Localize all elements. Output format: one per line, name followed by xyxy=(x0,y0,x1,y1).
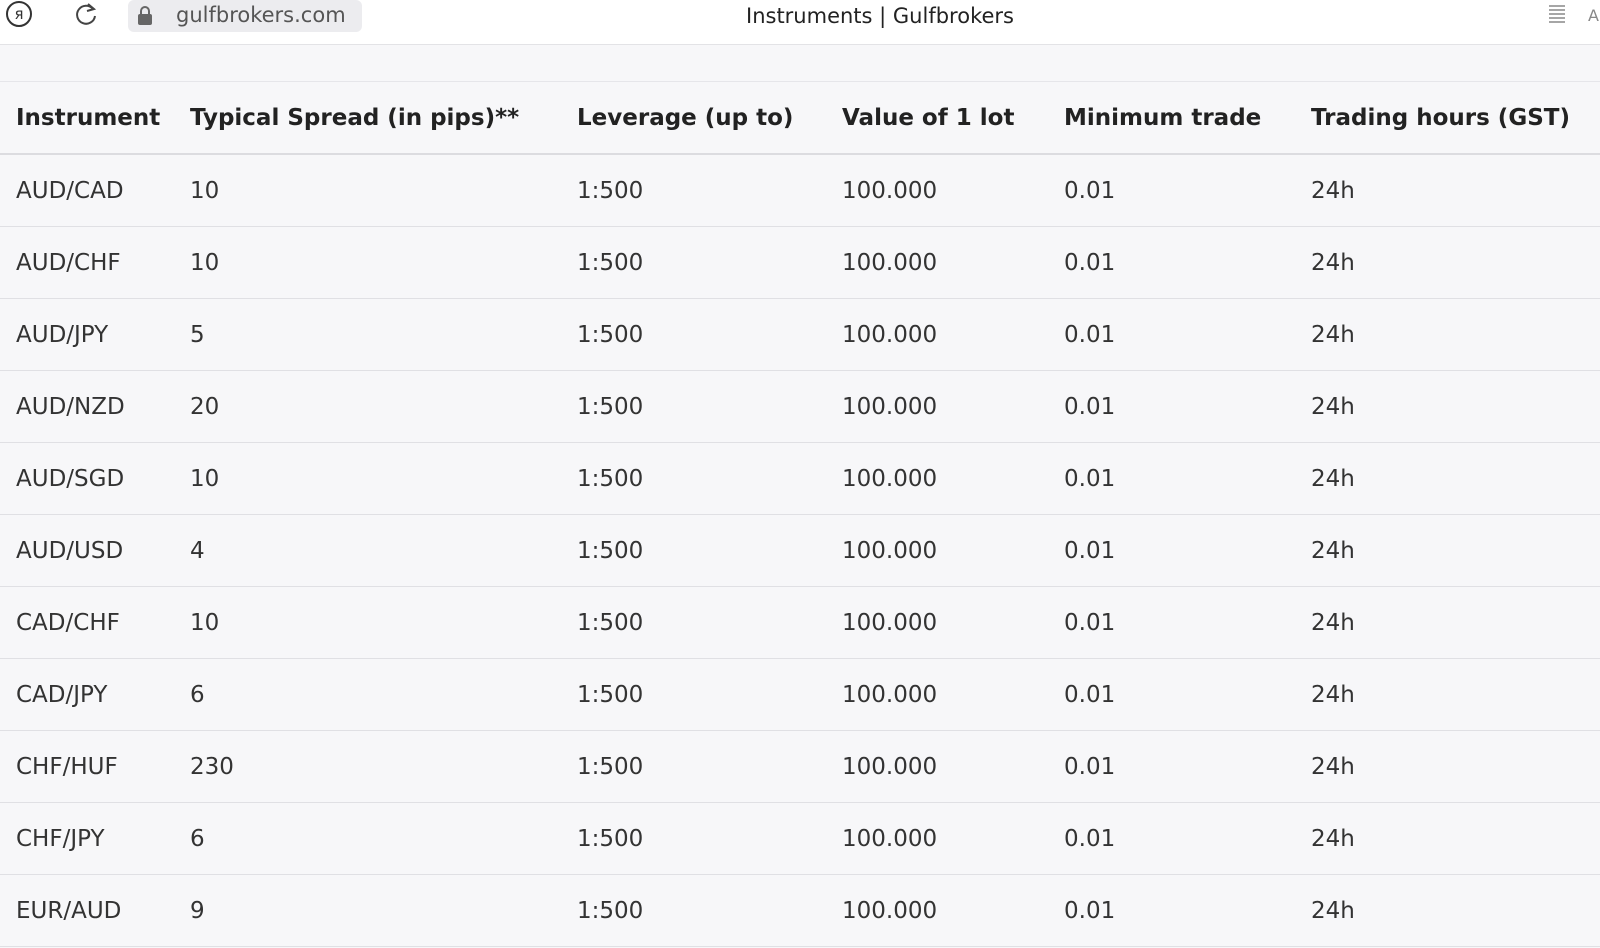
minimum-trade-cell: 0.01 xyxy=(1064,730,1311,803)
trading-hours-cell: 24h xyxy=(1311,514,1600,587)
lot-value-cell: 100.000 xyxy=(842,586,1064,659)
table-row: AUD/CHF 10 1:500 100.000 0.01 24h xyxy=(0,226,1600,299)
table-row: AUD/CAD 10 1:500 100.000 0.01 24h xyxy=(0,154,1600,227)
lot-value-cell: 100.000 xyxy=(842,874,1064,947)
instrument-cell: AUD/USD xyxy=(0,514,190,587)
trading-hours-cell: 24h xyxy=(1311,874,1600,947)
spread-cell: 6 xyxy=(190,802,577,875)
browser-toolbar: я gulfbrokers.com Instruments | Gulfbrok… xyxy=(0,0,1600,45)
yandex-logo-icon[interactable]: я xyxy=(6,1,32,27)
header-trading-hours: Trading hours (GST) xyxy=(1311,82,1600,155)
spread-cell: 10 xyxy=(190,586,577,659)
trading-hours-cell: 24h xyxy=(1311,298,1600,371)
minimum-trade-cell: 0.01 xyxy=(1064,874,1311,947)
leverage-cell: 1:500 xyxy=(577,298,842,371)
spread-cell: 6 xyxy=(190,658,577,731)
minimum-trade-cell: 0.01 xyxy=(1064,154,1311,227)
table-row: AUD/NZD 20 1:500 100.000 0.01 24h xyxy=(0,370,1600,443)
lock-icon xyxy=(138,4,152,25)
leverage-cell: 1:500 xyxy=(577,514,842,587)
minimum-trade-cell: 0.01 xyxy=(1064,370,1311,443)
instrument-cell: AUD/CHF xyxy=(0,226,190,299)
reader-mode-icon[interactable] xyxy=(1548,4,1566,26)
instrument-cell: CHF/HUF xyxy=(0,730,190,803)
leverage-cell: 1:500 xyxy=(577,730,842,803)
leverage-cell: 1:500 xyxy=(577,586,842,659)
table-row: CAD/JPY 6 1:500 100.000 0.01 24h xyxy=(0,658,1600,731)
leverage-cell: 1:500 xyxy=(577,802,842,875)
minimum-trade-cell: 0.01 xyxy=(1064,514,1311,587)
table-row: EUR/AUD 9 1:500 100.000 0.01 24h xyxy=(0,874,1600,947)
instrument-cell: AUD/NZD xyxy=(0,370,190,443)
trading-hours-cell: 24h xyxy=(1311,730,1600,803)
minimum-trade-cell: 0.01 xyxy=(1064,442,1311,515)
header-instrument: Instrument xyxy=(0,82,190,155)
lot-value-cell: 100.000 xyxy=(842,730,1064,803)
leverage-cell: 1:500 xyxy=(577,226,842,299)
trading-hours-cell: 24h xyxy=(1311,658,1600,731)
spread-cell: 230 xyxy=(190,730,577,803)
trading-hours-cell: 24h xyxy=(1311,586,1600,659)
leverage-cell: 1:500 xyxy=(577,370,842,443)
table-row: CHF/HUF 230 1:500 100.000 0.01 24h xyxy=(0,730,1600,803)
page-content: Instrument Typical Spread (in pips)** Le… xyxy=(0,45,1600,948)
lot-value-cell: 100.000 xyxy=(842,442,1064,515)
header-leverage: Leverage (up to) xyxy=(577,82,842,155)
trading-hours-cell: 24h xyxy=(1311,226,1600,299)
spread-cell: 10 xyxy=(190,154,577,227)
minimum-trade-cell: 0.01 xyxy=(1064,226,1311,299)
reload-icon[interactable] xyxy=(72,0,100,28)
lot-value-cell: 100.000 xyxy=(842,802,1064,875)
spread-cell: 9 xyxy=(190,874,577,947)
instrument-cell: CAD/CHF xyxy=(0,586,190,659)
trading-hours-cell: 24h xyxy=(1311,154,1600,227)
minimum-trade-cell: 0.01 xyxy=(1064,658,1311,731)
overflow-icon: A xyxy=(1588,6,1599,25)
instrument-cell: AUD/CAD xyxy=(0,154,190,227)
lot-value-cell: 100.000 xyxy=(842,514,1064,587)
table-row: AUD/USD 4 1:500 100.000 0.01 24h xyxy=(0,514,1600,587)
minimum-trade-cell: 0.01 xyxy=(1064,586,1311,659)
trading-hours-cell: 24h xyxy=(1311,802,1600,875)
spread-cell: 10 xyxy=(190,226,577,299)
lot-value-cell: 100.000 xyxy=(842,658,1064,731)
minimum-trade-cell: 0.01 xyxy=(1064,298,1311,371)
table-row: CAD/CHF 10 1:500 100.000 0.01 24h xyxy=(0,586,1600,659)
spread-cell: 10 xyxy=(190,442,577,515)
instrument-cell: CHF/JPY xyxy=(0,802,190,875)
lot-value-cell: 100.000 xyxy=(842,298,1064,371)
instrument-cell: AUD/SGD xyxy=(0,442,190,515)
spread-cell: 5 xyxy=(190,298,577,371)
instrument-cell: CAD/JPY xyxy=(0,658,190,731)
leverage-cell: 1:500 xyxy=(577,154,842,227)
table-header-row: Instrument Typical Spread (in pips)** Le… xyxy=(0,82,1600,155)
leverage-cell: 1:500 xyxy=(577,442,842,515)
trading-hours-cell: 24h xyxy=(1311,370,1600,443)
lot-value-cell: 100.000 xyxy=(842,370,1064,443)
lot-value-cell: 100.000 xyxy=(842,226,1064,299)
spread-cell: 4 xyxy=(190,514,577,587)
instrument-cell: EUR/AUD xyxy=(0,874,190,947)
table-row: CHF/JPY 6 1:500 100.000 0.01 24h xyxy=(0,802,1600,875)
header-typical-spread: Typical Spread (in pips)** xyxy=(190,82,577,155)
table-row: AUD/SGD 10 1:500 100.000 0.01 24h xyxy=(0,442,1600,515)
instruments-table: Instrument Typical Spread (in pips)** Le… xyxy=(0,82,1600,947)
instrument-cell: AUD/JPY xyxy=(0,298,190,371)
leverage-cell: 1:500 xyxy=(577,874,842,947)
trading-hours-cell: 24h xyxy=(1311,442,1600,515)
leverage-cell: 1:500 xyxy=(577,658,842,731)
table-row: AUD/JPY 5 1:500 100.000 0.01 24h xyxy=(0,298,1600,371)
header-lot-value: Value of 1 lot xyxy=(842,82,1064,155)
lot-value-cell: 100.000 xyxy=(842,154,1064,227)
address-text: gulfbrokers.com xyxy=(176,3,346,27)
address-bar[interactable]: gulfbrokers.com xyxy=(128,0,362,32)
header-minimum-trade: Minimum trade xyxy=(1064,82,1311,155)
minimum-trade-cell: 0.01 xyxy=(1064,802,1311,875)
spread-cell: 20 xyxy=(190,370,577,443)
